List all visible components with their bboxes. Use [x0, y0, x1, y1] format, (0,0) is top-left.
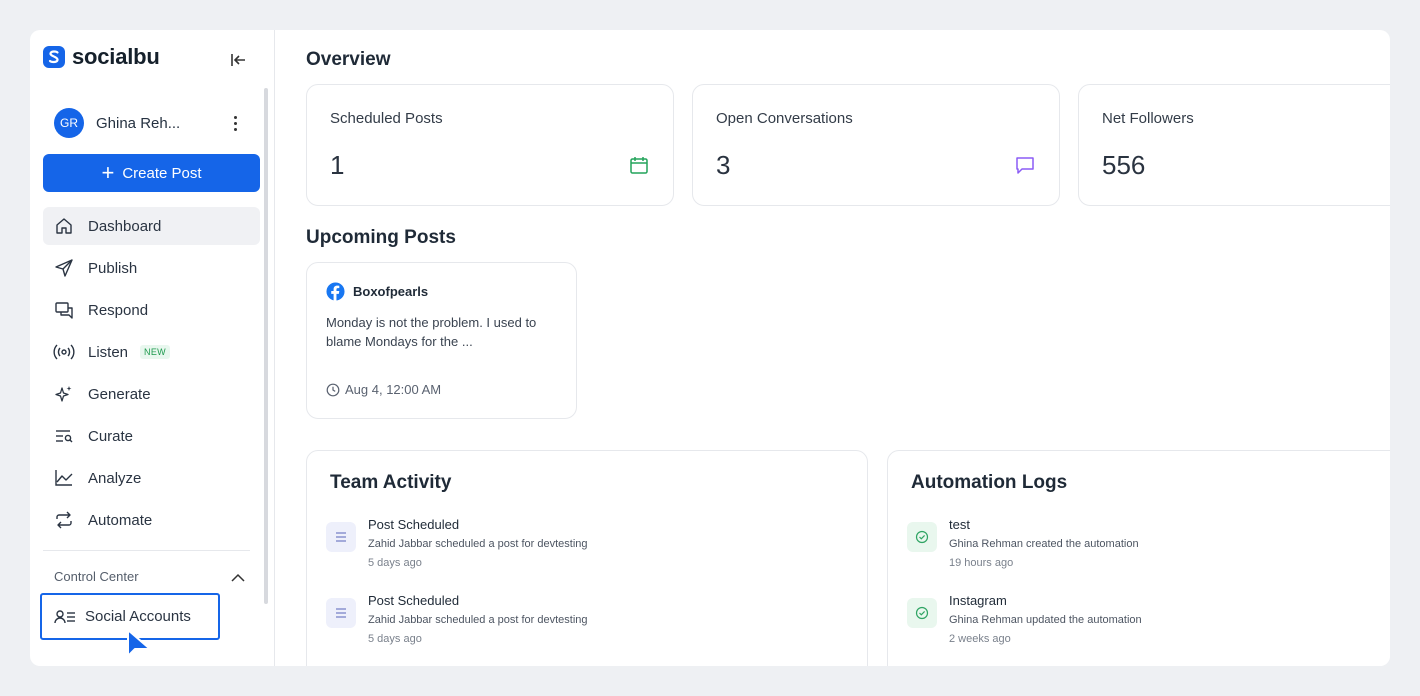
- sidebar-item-label: Listen: [88, 343, 129, 361]
- stat-card-net-followers[interactable]: Net Followers 556: [1078, 84, 1390, 206]
- sparkle-icon: [53, 383, 75, 405]
- pointer-cursor-icon: [127, 629, 151, 657]
- socialbu-logo-icon: [43, 46, 65, 68]
- activity-time: 5 days ago: [368, 557, 422, 569]
- brand-name: socialbu: [72, 44, 160, 69]
- user-name: Ghina Reh...: [96, 114, 181, 132]
- new-badge: NEW: [140, 345, 170, 359]
- app-window: socialbu GR Ghina Reh... + Create Post D…: [30, 30, 1390, 666]
- sidebar: socialbu GR Ghina Reh... + Create Post D…: [30, 30, 275, 666]
- sidebar-item-label: Social Accounts: [85, 608, 191, 625]
- sidebar-item-label: Respond: [88, 301, 149, 319]
- control-center-title: Control Center: [54, 569, 139, 584]
- stat-title: Net Followers: [1102, 110, 1194, 127]
- broadcast-icon: [53, 341, 75, 363]
- sidebar-divider: [43, 550, 250, 551]
- curate-icon: [53, 425, 75, 447]
- sidebar-item-respond[interactable]: Respond: [43, 291, 260, 329]
- log-title: Instagram: [949, 593, 1007, 608]
- facebook-icon: [326, 282, 345, 301]
- activity-item[interactable]: Post Scheduled Zahid Jabbar scheduled a …: [326, 593, 826, 653]
- log-title: test: [949, 517, 970, 532]
- sidebar-item-dashboard[interactable]: Dashboard: [43, 207, 260, 245]
- list-icon: [326, 522, 356, 552]
- activity-title: Post Scheduled: [368, 517, 460, 532]
- sidebar-item-label: Analyze: [88, 469, 142, 487]
- list-icon: [326, 598, 356, 628]
- automation-log-item[interactable]: Instagram Ghina Rehman updated the autom…: [907, 593, 1390, 653]
- create-post-label: Create Post: [122, 164, 202, 182]
- log-time: 2 weeks ago: [949, 633, 1011, 645]
- sidebar-item-automate[interactable]: Automate: [43, 501, 260, 539]
- activity-title: Post Scheduled: [368, 593, 460, 608]
- sidebar-item-label: Generate: [88, 385, 151, 403]
- home-icon: [53, 215, 75, 237]
- team-activity-panel: Team Activity Post Scheduled Zahid Jabba…: [306, 450, 868, 666]
- kebab-dot-icon: [233, 121, 237, 125]
- overview-title: Overview: [306, 49, 391, 70]
- message-icon: [1016, 157, 1034, 174]
- log-description: Ghina Rehman updated the automation: [949, 614, 1142, 626]
- stat-value: 556: [1102, 150, 1146, 180]
- activity-time: 5 days ago: [368, 633, 422, 645]
- brand[interactable]: socialbu: [42, 44, 160, 70]
- post-time: Aug 4, 12:00 AM: [326, 382, 441, 397]
- automation-log-item[interactable]: test Ghina Rehman created the automation…: [907, 517, 1390, 577]
- post-text: Monday is not the problem. I used to bla…: [326, 315, 537, 349]
- kebab-dot-icon: [233, 127, 237, 131]
- stat-card-open-conversations[interactable]: Open Conversations 3: [692, 84, 1060, 206]
- chevron-up-icon[interactable]: [228, 568, 248, 588]
- stat-title: Open Conversations: [716, 110, 853, 127]
- sidebar-item-label: Curate: [88, 427, 134, 445]
- sidebar-item-curate[interactable]: Curate: [43, 417, 260, 455]
- sidebar-item-listen[interactable]: Listen NEW: [43, 333, 260, 371]
- stat-card-scheduled-posts[interactable]: Scheduled Posts 1: [306, 84, 674, 206]
- sidebar-item-analyze[interactable]: Analyze: [43, 459, 260, 497]
- post-account-name: Boxofpearls: [353, 284, 429, 299]
- collapse-left-icon: [231, 54, 245, 66]
- chart-line-icon: [53, 467, 75, 489]
- log-time: 19 hours ago: [949, 557, 1014, 569]
- chat-icon: [53, 299, 75, 321]
- activity-description: Zahid Jabbar scheduled a post for devtes…: [368, 538, 588, 550]
- log-description: Ghina Rehman created the automation: [949, 538, 1139, 550]
- activity-item[interactable]: Post Scheduled Zahid Jabbar scheduled a …: [326, 517, 826, 577]
- automation-logs-title: Automation Logs: [911, 472, 1068, 493]
- sidebar-item-label: Dashboard: [88, 217, 162, 235]
- automation-logs-panel: Automation Logs test Ghina Rehman create…: [887, 450, 1390, 666]
- check-circle-icon: [907, 598, 937, 628]
- stat-value: 3: [716, 150, 731, 180]
- kebab-dot-icon: [233, 115, 237, 119]
- sidebar-item-label: Automate: [88, 511, 153, 529]
- activity-description: Zahid Jabbar scheduled a post for devtes…: [368, 614, 588, 626]
- post-account: Boxofpearls: [326, 282, 428, 301]
- collapse-sidebar-button[interactable]: [226, 48, 250, 72]
- check-circle-icon: [907, 522, 937, 552]
- user-list-icon: [54, 606, 76, 628]
- post-time-label: Aug 4, 12:00 AM: [345, 382, 442, 397]
- plus-icon: +: [101, 160, 115, 185]
- repeat-icon: [53, 509, 75, 531]
- clock-icon: [326, 383, 340, 396]
- send-icon: [53, 257, 75, 279]
- calendar-icon: [630, 157, 648, 174]
- sidebar-scrollbar[interactable]: [264, 88, 268, 604]
- sidebar-item-generate[interactable]: Generate: [43, 375, 260, 413]
- avatar: GR: [54, 108, 84, 138]
- stat-title: Scheduled Posts: [330, 110, 443, 127]
- create-post-button[interactable]: + Create Post: [43, 154, 260, 192]
- upcoming-post-card[interactable]: Boxofpearls Monday is not the problem. I…: [306, 262, 577, 419]
- upcoming-posts-title: Upcoming Posts: [306, 227, 456, 248]
- stat-value: 1: [330, 150, 345, 180]
- main-content: Overview Scheduled Posts 1 Open Conversa…: [276, 30, 1390, 666]
- sidebar-item-label: Publish: [88, 259, 138, 277]
- sidebar-item-publish[interactable]: Publish: [43, 249, 260, 287]
- team-activity-title: Team Activity: [330, 472, 452, 493]
- user-profile[interactable]: GR Ghina Reh...: [54, 108, 244, 138]
- user-menu-button[interactable]: [226, 111, 244, 135]
